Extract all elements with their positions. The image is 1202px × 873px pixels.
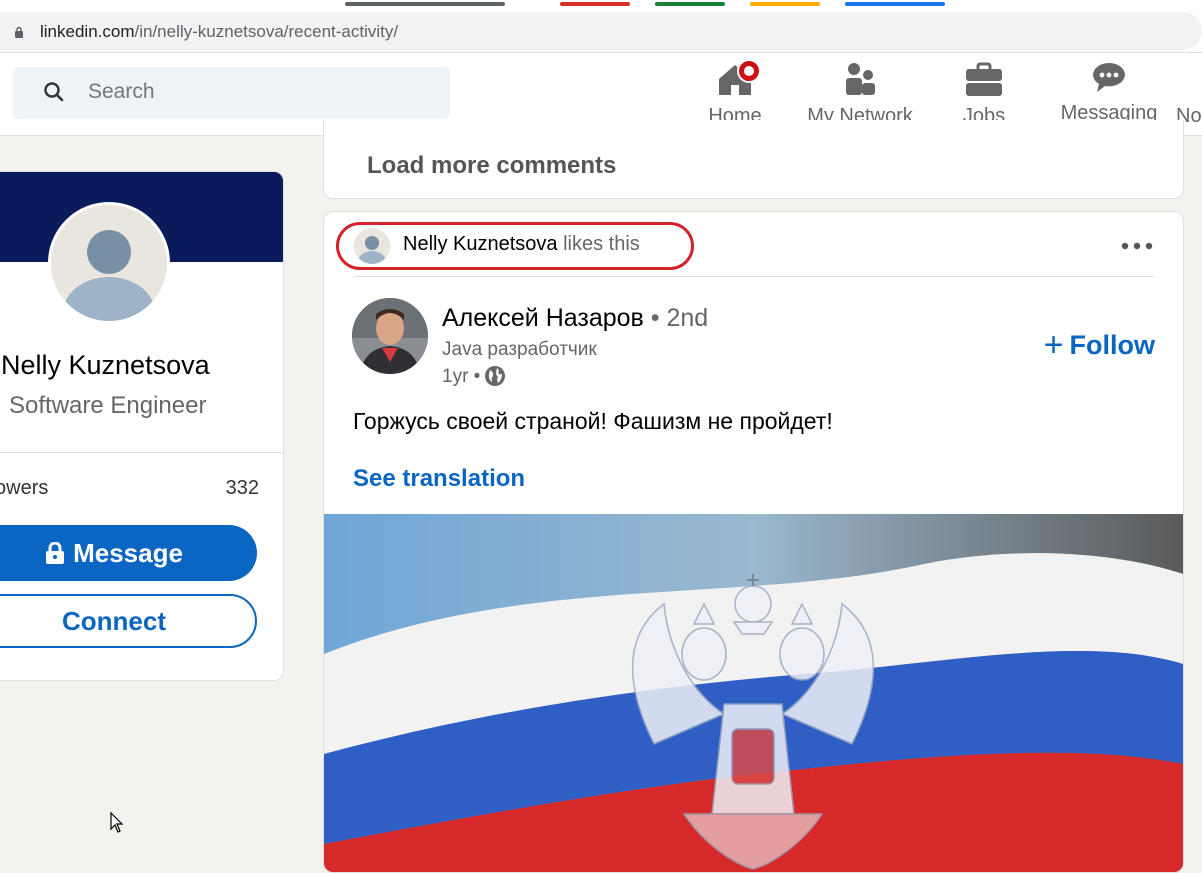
connection-degree: • 2nd <box>650 304 709 332</box>
author-name-line: Алексей Назаров • 2nd <box>442 304 708 333</box>
url-text: linkedin.com/in/nelly-kuznetsova/recent-… <box>40 22 398 42</box>
author-avatar[interactable] <box>352 298 428 374</box>
author-name[interactable]: Алексей Назаров <box>442 304 644 332</box>
browser-address-bar: linkedin.com/in/nelly-kuznetsova/recent-… <box>0 8 1202 53</box>
post-time: 1yr • <box>442 365 506 388</box>
followers-label: owers <box>0 477 49 499</box>
profile-name[interactable]: Nelly Kuznetsova <box>1 350 210 381</box>
url-host: linkedin.com <box>40 22 135 41</box>
connect-button[interactable]: Connect <box>0 594 257 648</box>
load-more-comments-button[interactable]: Load more comments <box>367 152 616 180</box>
mouse-cursor-icon <box>110 812 124 833</box>
search-icon <box>44 82 64 102</box>
followers-count: 332 <box>225 477 259 499</box>
divider <box>354 276 1154 277</box>
url-field[interactable]: linkedin.com/in/nelly-kuznetsova/recent-… <box>0 12 1202 50</box>
post-header: Nelly Kuznetsova likes this <box>324 212 1183 276</box>
more-options-icon[interactable] <box>1117 230 1157 260</box>
profile-card: Nelly Kuznetsova Software Engineer owers… <box>0 171 284 681</box>
red-highlight-annotation <box>336 222 694 270</box>
default-person-icon <box>51 205 167 321</box>
post-image[interactable] <box>324 514 1183 872</box>
network-icon <box>846 63 875 95</box>
message-button-label: Message <box>73 537 183 568</box>
post-time-text: 1yr • <box>442 366 481 387</box>
profile-title: Software Engineer <box>9 392 207 419</box>
url-path: /in/nelly-kuznetsova/recent-activity/ <box>134 22 399 41</box>
browser-tab[interactable] <box>750 2 820 6</box>
browser-tab[interactable] <box>345 2 505 6</box>
browser-tab[interactable] <box>845 2 945 6</box>
author-headline: Java разработчик <box>442 339 597 360</box>
search-box[interactable] <box>13 67 450 119</box>
follow-button[interactable]: + Follow <box>1044 326 1155 365</box>
see-translation-link[interactable]: See translation <box>353 465 525 493</box>
russian-flag-coat-of-arms-image <box>324 514 1183 872</box>
profile-avatar[interactable] <box>48 202 170 324</box>
browser-tab[interactable] <box>560 2 630 6</box>
lock-icon <box>15 26 23 38</box>
notification-dot-icon <box>737 59 761 83</box>
browser-tab-strip <box>0 0 1202 8</box>
search-input[interactable] <box>88 80 428 104</box>
globe-icon <box>485 366 506 386</box>
home-icon <box>715 59 761 97</box>
divider <box>0 452 283 453</box>
post-card: Nelly Kuznetsova likes this Алексей Наза… <box>323 211 1184 873</box>
message-button[interactable]: Message <box>0 525 257 581</box>
follow-label: Follow <box>1069 330 1155 360</box>
lock-icon <box>46 541 65 564</box>
browser-tab[interactable] <box>655 2 725 6</box>
post-text: Горжусь своей страной! Фашизм не пройдет… <box>353 408 833 434</box>
plus-icon: + <box>1043 326 1064 364</box>
messaging-icon <box>1093 63 1125 92</box>
comments-card: Load more comments <box>323 120 1184 199</box>
briefcase-icon <box>966 62 1002 96</box>
author-photo <box>352 298 428 374</box>
